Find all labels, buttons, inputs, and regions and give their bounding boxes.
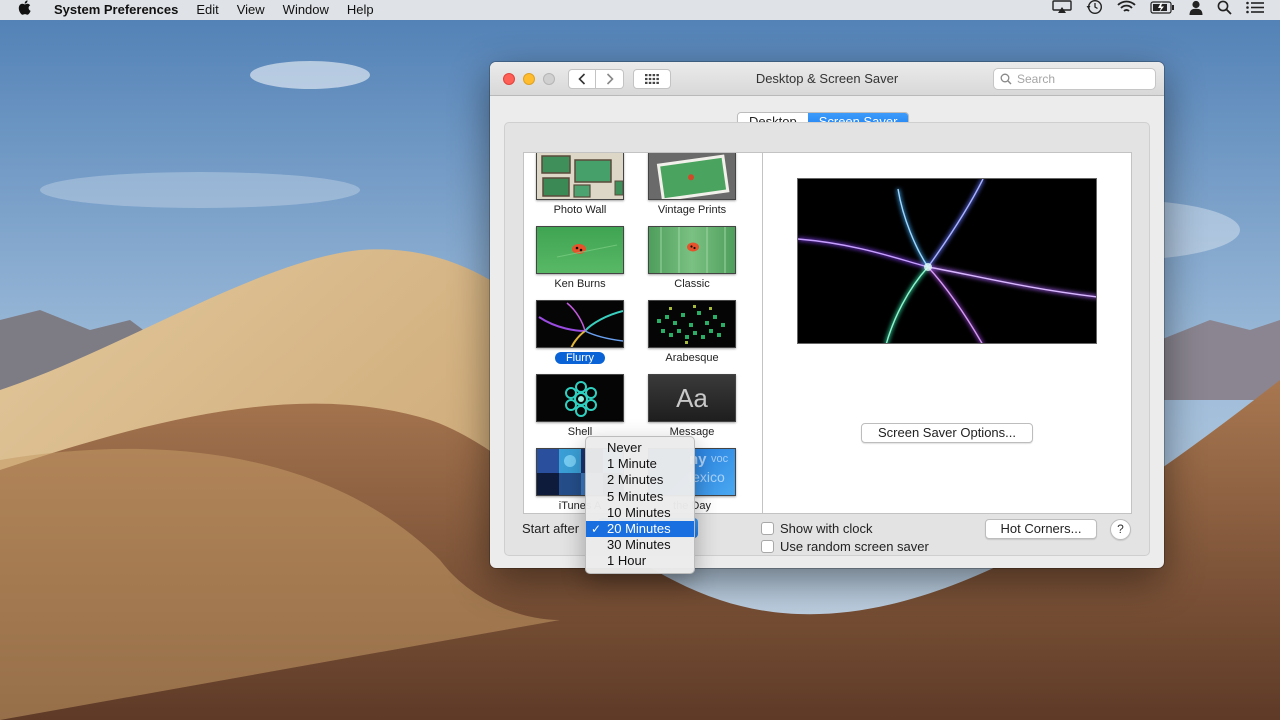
screensaver-label: Flurry bbox=[530, 351, 630, 365]
start-after-menu: Never 1 Minute 2 Minutes 5 Minutes 10 Mi… bbox=[585, 436, 695, 574]
vintage-prints-thumbnail bbox=[648, 153, 736, 200]
menu-app-name[interactable]: System Preferences bbox=[40, 0, 187, 20]
screensaver-shell[interactable]: Shell bbox=[530, 374, 630, 439]
use-random-option[interactable]: Use random screen saver bbox=[761, 539, 929, 554]
help-button[interactable]: ? bbox=[1110, 519, 1131, 540]
screensaver-label: Photo Wall bbox=[553, 204, 607, 216]
screen-saver-preview bbox=[797, 178, 1097, 344]
use-random-label: Use random screen saver bbox=[780, 539, 929, 554]
menu-option-20-minutes[interactable]: ✓ 20 Minutes bbox=[586, 520, 694, 538]
checkmark-icon: ✓ bbox=[591, 521, 602, 536]
screensaver-label: Arabesque bbox=[665, 352, 719, 364]
ken-burns-thumbnail bbox=[536, 226, 624, 274]
screensaver-photo-wall[interactable]: Photo Wall bbox=[530, 153, 630, 217]
menu-option-10-minutes[interactable]: 10 Minutes bbox=[586, 505, 694, 521]
start-after-label: Start after bbox=[522, 521, 580, 536]
wifi-icon[interactable] bbox=[1117, 0, 1136, 20]
message-thumbnail: Aa bbox=[648, 374, 736, 422]
screensaver-flurry[interactable]: Flurry bbox=[530, 300, 630, 365]
user-icon[interactable] bbox=[1189, 0, 1203, 21]
notification-center-icon[interactable] bbox=[1246, 0, 1264, 20]
screensaver-label: Classic bbox=[674, 278, 710, 290]
show-with-clock-option[interactable]: Show with clock bbox=[761, 521, 872, 536]
show-with-clock-label: Show with clock bbox=[780, 521, 873, 536]
menu-option-30-minutes[interactable]: 30 Minutes bbox=[586, 537, 694, 553]
selected-screensaver-label: Flurry bbox=[554, 352, 606, 364]
spotlight-icon[interactable] bbox=[1217, 0, 1232, 21]
shell-thumbnail bbox=[536, 374, 624, 422]
screensaver-arabesque[interactable]: Arabesque bbox=[642, 300, 742, 365]
screensaver-ken-burns[interactable]: Ken Burns bbox=[530, 226, 630, 291]
menu-option-1-hour[interactable]: 1 Hour bbox=[586, 553, 694, 569]
battery-icon[interactable] bbox=[1150, 0, 1175, 20]
menu-view[interactable]: View bbox=[228, 0, 274, 20]
search-icon bbox=[1000, 73, 1012, 85]
hot-corners-button[interactable]: Hot Corners... bbox=[985, 519, 1097, 539]
message-thumbnail-text: Aa bbox=[676, 383, 708, 413]
status-area bbox=[1052, 0, 1270, 21]
screensaver-label: Vintage Prints bbox=[657, 204, 727, 216]
flurry-thumbnail bbox=[536, 300, 624, 348]
word-of-day-text-2: voc bbox=[711, 453, 729, 465]
menu-bar: System Preferences Edit View Window Help bbox=[0, 0, 1280, 20]
title-bar: Desktop & Screen Saver bbox=[490, 62, 1164, 96]
menu-help[interactable]: Help bbox=[338, 0, 383, 20]
menu-option-never[interactable]: Never bbox=[586, 440, 694, 456]
screensaver-label: Ken Burns bbox=[554, 278, 606, 290]
photo-wall-thumbnail bbox=[536, 153, 624, 200]
preview-pane: Screen Saver Options... bbox=[762, 152, 1132, 514]
search-input[interactable] bbox=[1017, 72, 1147, 86]
screensaver-message[interactable]: Aa Message bbox=[642, 374, 742, 439]
classic-thumbnail bbox=[648, 226, 736, 274]
time-machine-icon[interactable] bbox=[1086, 0, 1103, 21]
menu-option-1-minute[interactable]: 1 Minute bbox=[586, 456, 694, 472]
menu-option-2-minutes[interactable]: 2 Minutes bbox=[586, 472, 694, 488]
use-random-checkbox[interactable] bbox=[761, 540, 774, 553]
menu-option-label: 20 Minutes bbox=[607, 520, 671, 536]
arabesque-thumbnail bbox=[648, 300, 736, 348]
screensaver-vintage-prints[interactable]: Vintage Prints bbox=[642, 153, 742, 217]
show-with-clock-checkbox[interactable] bbox=[761, 522, 774, 535]
screen-saver-options-button[interactable]: Screen Saver Options... bbox=[861, 423, 1033, 443]
screensaver-classic[interactable]: Classic bbox=[642, 226, 742, 291]
search-field[interactable] bbox=[993, 68, 1156, 90]
menu-edit[interactable]: Edit bbox=[187, 0, 227, 20]
menu-window[interactable]: Window bbox=[274, 0, 338, 20]
airplay-icon[interactable] bbox=[1052, 0, 1072, 20]
apple-menu-icon[interactable] bbox=[18, 0, 40, 21]
menu-option-5-minutes[interactable]: 5 Minutes bbox=[586, 489, 694, 505]
